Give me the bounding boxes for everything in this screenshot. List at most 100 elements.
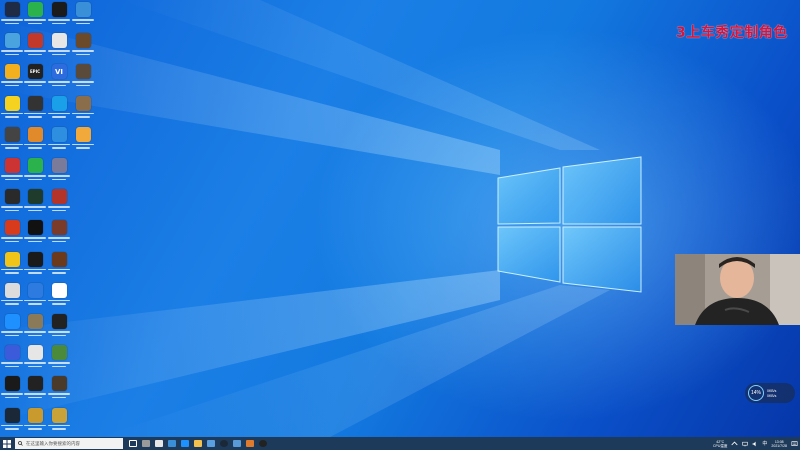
app-icon — [4, 95, 20, 111]
search-placeholder: 在这里输入你要搜索的内容 — [26, 440, 80, 446]
game-icon — [27, 189, 43, 205]
taskbar-app-button[interactable] — [191, 437, 204, 450]
input-language[interactable]: 中 — [762, 441, 767, 446]
desktop-icon-label — [69, 49, 97, 59]
pinned-apps — [126, 437, 269, 450]
chevron-up-icon[interactable] — [731, 441, 739, 446]
desktop-icon[interactable] — [23, 189, 47, 217]
taskbar-app-button[interactable] — [230, 437, 243, 450]
desktop-icon[interactable] — [23, 126, 47, 155]
desktop-icon[interactable] — [47, 407, 71, 436]
edge-icon — [180, 440, 189, 447]
taskbar-app-button[interactable] — [256, 437, 269, 450]
minecraft-icon — [51, 345, 67, 361]
desktop-icon[interactable] — [45, 251, 73, 280]
game-icon — [27, 95, 43, 111]
folder-icon — [193, 440, 202, 447]
game-icon — [4, 189, 20, 205]
game-icon — [27, 220, 43, 236]
desktop-icon[interactable] — [23, 251, 47, 280]
clock[interactable]: 13:08 2021/7/28 — [771, 440, 787, 448]
desktop-icon[interactable]: EPIC — [23, 64, 47, 92]
document-icon — [51, 33, 67, 49]
desktop-icon[interactable] — [47, 376, 71, 404]
desktop-icon[interactable] — [71, 33, 95, 61]
clock-date: 2021/7/28 — [771, 443, 787, 448]
desktop-icon[interactable] — [23, 2, 47, 30]
network-icon — [75, 2, 91, 17]
taskbar-app-button[interactable] — [139, 437, 152, 450]
desktop-icon[interactable] — [23, 33, 47, 61]
taskbar-app-button[interactable] — [178, 437, 191, 450]
app-icon — [51, 314, 67, 329]
desktop-icon[interactable]: VI — [47, 64, 71, 92]
desktop-icon[interactable] — [47, 95, 71, 124]
record-icon — [27, 376, 43, 392]
task-view-icon — [128, 440, 137, 447]
desktop-icon[interactable] — [47, 314, 71, 342]
taskbar-app-button[interactable] — [204, 437, 217, 450]
app-icon — [245, 440, 254, 447]
game-icon — [51, 251, 67, 267]
app-icon — [51, 158, 67, 173]
desktop-icon[interactable] — [23, 407, 47, 436]
taskbar-app-button[interactable] — [152, 437, 165, 450]
taskbar: 在这里输入你要搜索的内容 42°C CPU温度 中 13:08 2021/7/2… — [0, 437, 800, 450]
desktop-icon[interactable] — [71, 2, 95, 30]
laptop-icon — [4, 33, 20, 49]
desktop-icon[interactable] — [47, 2, 71, 30]
taskbar-app-button[interactable] — [126, 437, 139, 450]
desktop-icon[interactable] — [23, 376, 47, 404]
usage-gauge: 14% — [748, 385, 764, 401]
desktop-icon-label — [45, 361, 73, 371]
desktop-icon[interactable] — [23, 345, 47, 373]
desktop-icon[interactable] — [47, 126, 71, 155]
desktop-icon[interactable] — [47, 220, 71, 248]
app-icon — [51, 282, 67, 298]
game-icon — [51, 407, 67, 423]
network-speed-widget[interactable]: 14% 0KB/s 0KB/s — [745, 383, 795, 403]
taskbar-search-box[interactable]: 在这里输入你要搜索的内容 — [15, 438, 123, 449]
notification-icon[interactable] — [791, 440, 798, 447]
system-tray: 42°C CPU温度 中 13:08 2021/7/28 — [713, 437, 800, 450]
desktop-icon[interactable] — [71, 95, 95, 124]
desktop-icon-label — [45, 268, 73, 278]
cpu-temp[interactable]: 42°C CPU温度 — [713, 440, 727, 448]
start-button[interactable] — [0, 437, 14, 450]
desktop-icon[interactable] — [23, 282, 47, 311]
desktop-icon-label — [45, 330, 73, 340]
windows-start-icon — [3, 439, 11, 448]
desktop-icon[interactable] — [47, 158, 71, 186]
desktop-icon[interactable] — [71, 64, 95, 92]
app-icon — [27, 282, 43, 298]
recycle-bin-icon — [4, 282, 20, 298]
desktop-icon[interactable] — [71, 126, 95, 155]
app-icon — [4, 158, 20, 173]
game-icon — [4, 126, 20, 142]
desktop-icon[interactable] — [23, 314, 47, 342]
desktop-icon[interactable] — [47, 33, 71, 61]
document-icon — [27, 345, 43, 361]
app-icon — [51, 2, 67, 17]
desktop-icon[interactable] — [47, 282, 71, 311]
desktop-icon[interactable] — [47, 189, 71, 217]
taskbar-app-button[interactable] — [217, 437, 230, 450]
check-icon — [27, 158, 43, 173]
game-icon — [51, 220, 67, 236]
desktop-icon[interactable] — [23, 95, 47, 124]
desktop-icon[interactable] — [23, 220, 47, 248]
desktop-icon-label — [45, 205, 73, 215]
desktop-icon-label — [69, 80, 97, 90]
cpu-temp-label: CPU温度 — [713, 443, 728, 448]
network-icon[interactable] — [742, 441, 749, 447]
nvidia-icon — [4, 376, 20, 392]
volume-icon[interactable] — [752, 441, 758, 447]
desktop-icon[interactable] — [47, 345, 71, 373]
desktop-icon[interactable] — [23, 158, 47, 186]
game-icon — [75, 64, 91, 80]
edge-icon — [4, 314, 20, 329]
desktop[interactable]: EPIC VI 3上车秀定制角色 14% 0KB/s 0KB/s — [0, 0, 800, 437]
taskbar-app-button[interactable] — [243, 437, 256, 450]
calculator-icon — [141, 440, 150, 447]
taskbar-app-button[interactable] — [165, 437, 178, 450]
